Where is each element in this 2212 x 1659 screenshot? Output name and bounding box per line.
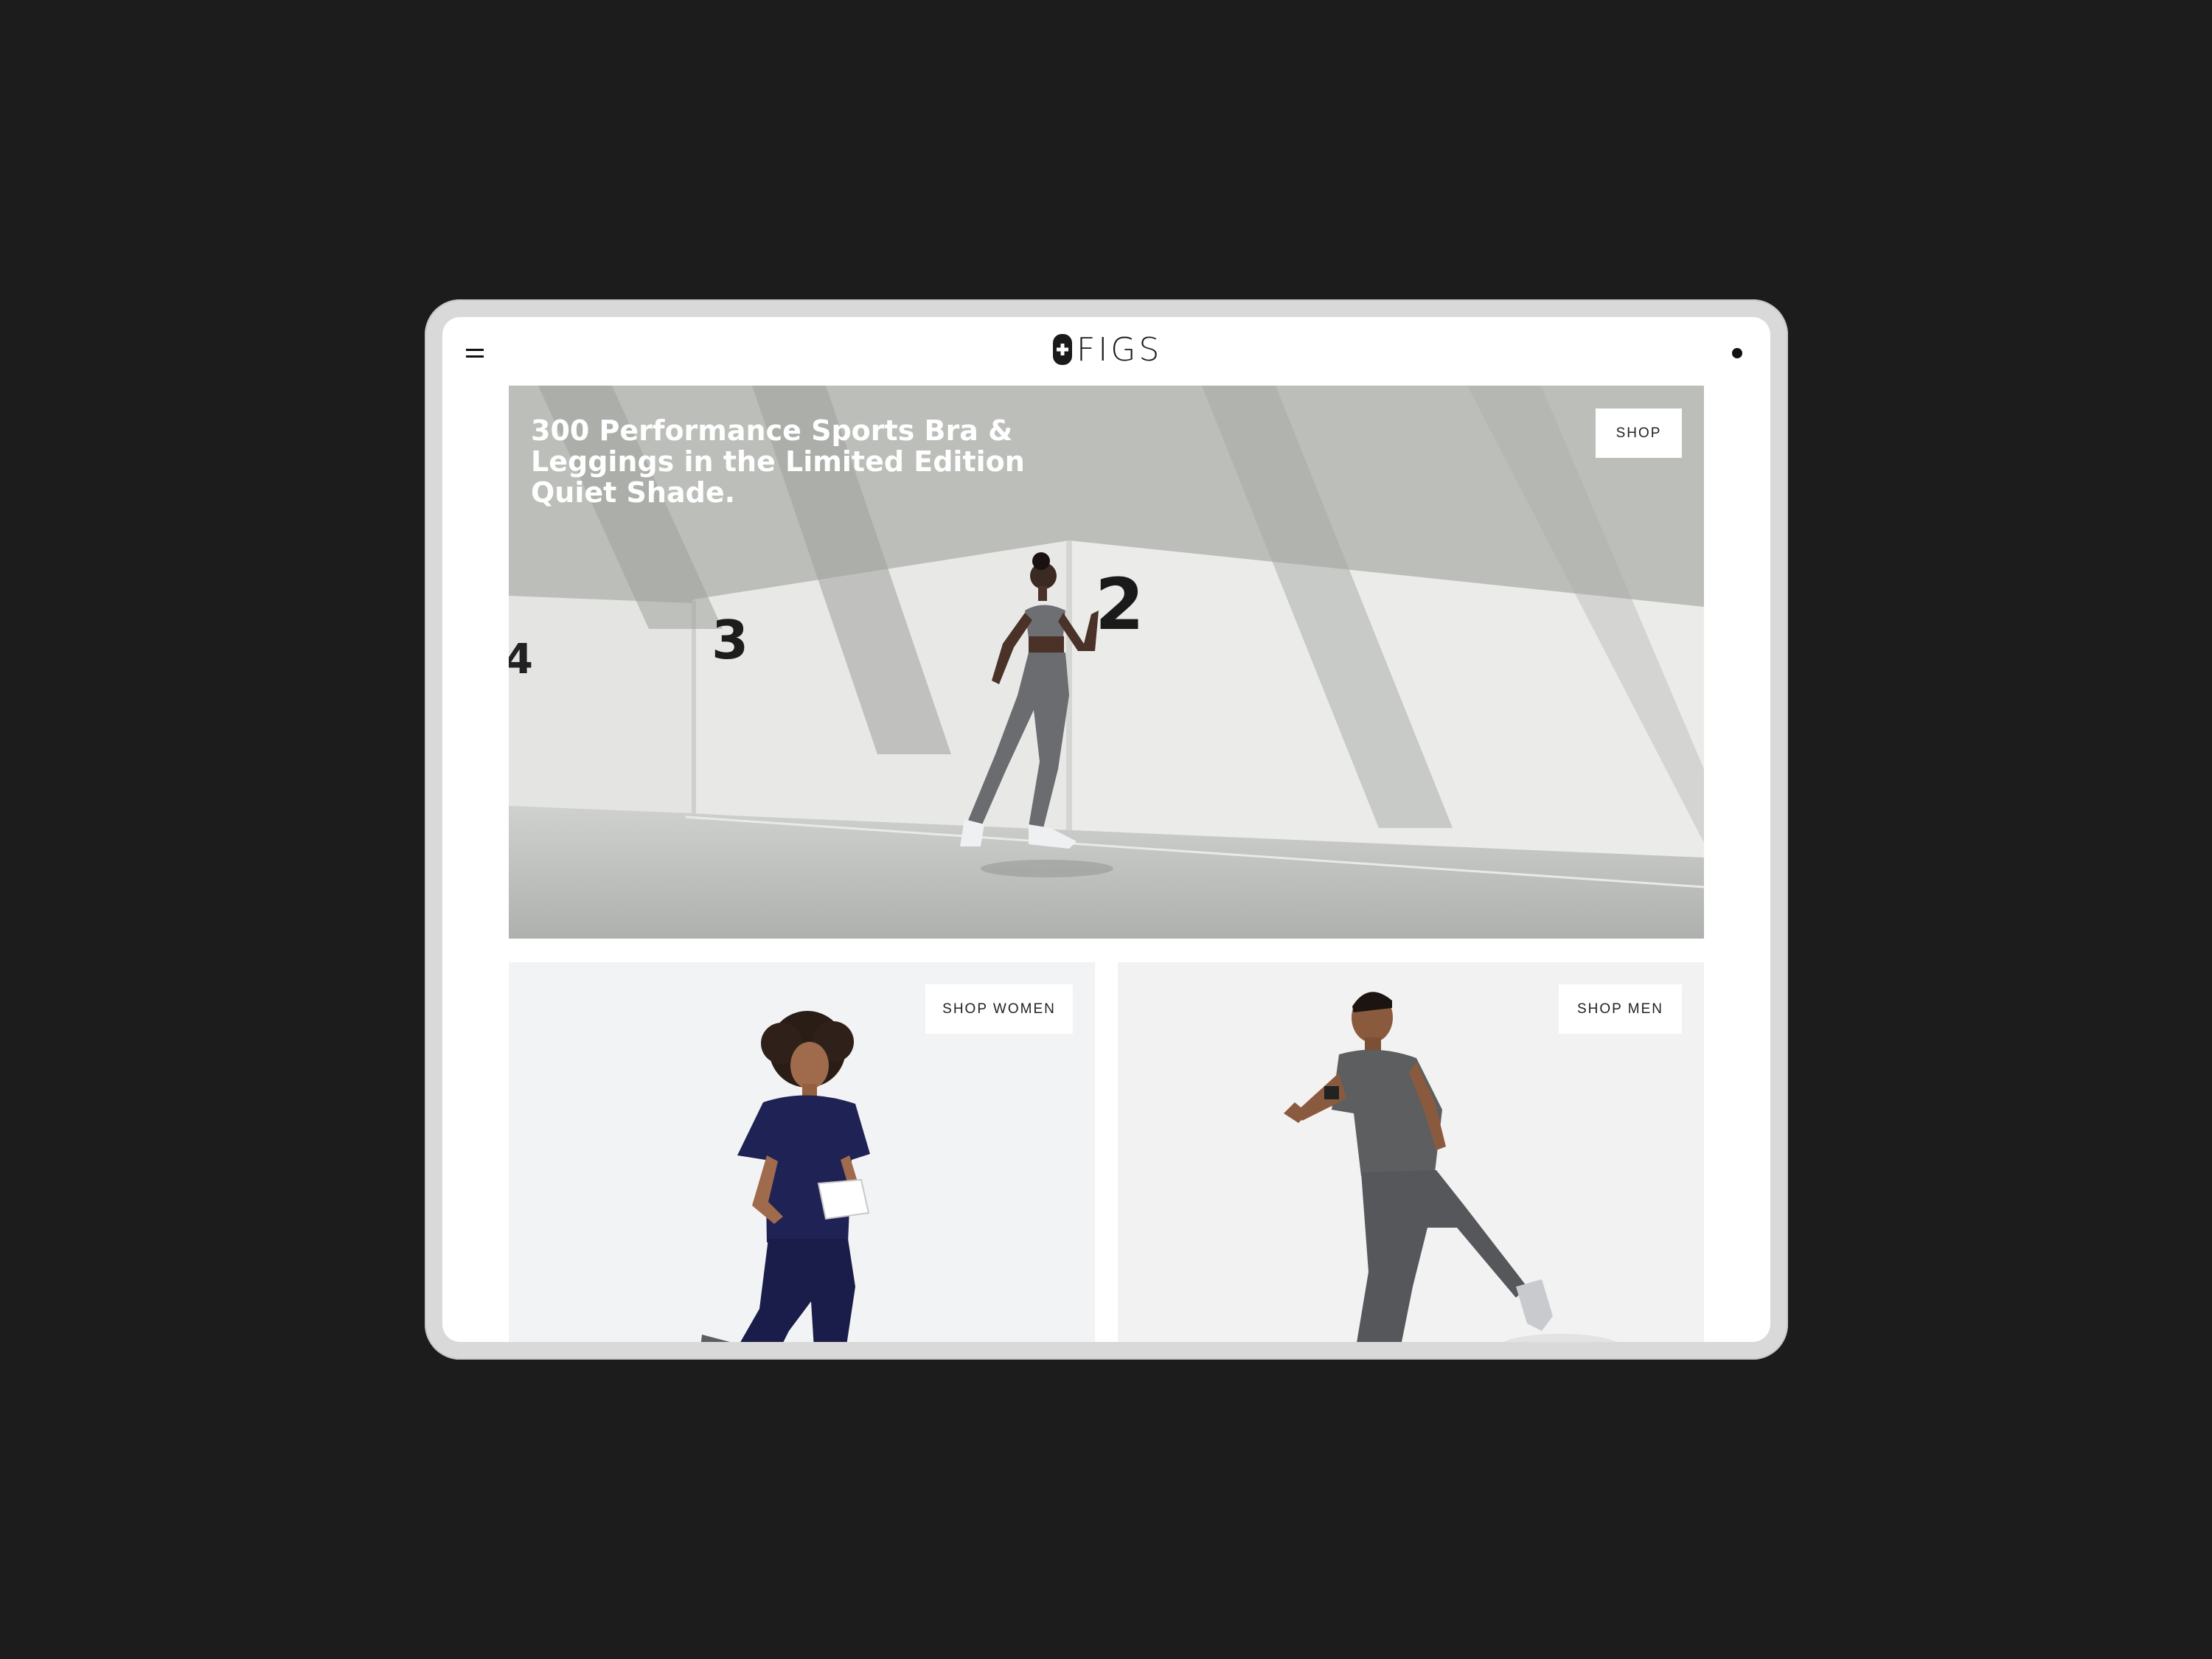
shop-women-button[interactable]: SHOP WOMEN bbox=[925, 984, 1073, 1034]
wall-number-4: 4 bbox=[509, 636, 533, 684]
men-tile[interactable]: SHOP MEN bbox=[1118, 962, 1704, 1342]
wall-number-2: 2 bbox=[1095, 563, 1144, 646]
figs-logo[interactable]: FIGS bbox=[1053, 330, 1163, 369]
figs-cross-badge-icon bbox=[1053, 334, 1072, 365]
cart-dot-icon[interactable] bbox=[1732, 348, 1742, 358]
hero-banner[interactable]: 4 3 2 300 Performance Sports Bra & Leggi… bbox=[509, 386, 1704, 939]
women-tile[interactable]: SHOP WOMEN bbox=[509, 962, 1095, 1342]
shop-men-button[interactable]: SHOP MEN bbox=[1559, 984, 1682, 1034]
tablet-screen: FIGS 4 3 2 300 Performance Sports Bra & … bbox=[442, 317, 1770, 1342]
shop-button[interactable]: SHOP bbox=[1596, 408, 1682, 458]
wall-number-3: 3 bbox=[712, 609, 748, 671]
hero-title: 300 Performance Sports Bra & Leggings in… bbox=[531, 414, 1025, 509]
hamburger-menu-icon[interactable] bbox=[466, 347, 484, 360]
tablet-frame: FIGS 4 3 2 300 Performance Sports Bra & … bbox=[425, 299, 1788, 1360]
site-header: FIGS bbox=[442, 317, 1770, 387]
logo-text: FIGS bbox=[1077, 330, 1163, 369]
